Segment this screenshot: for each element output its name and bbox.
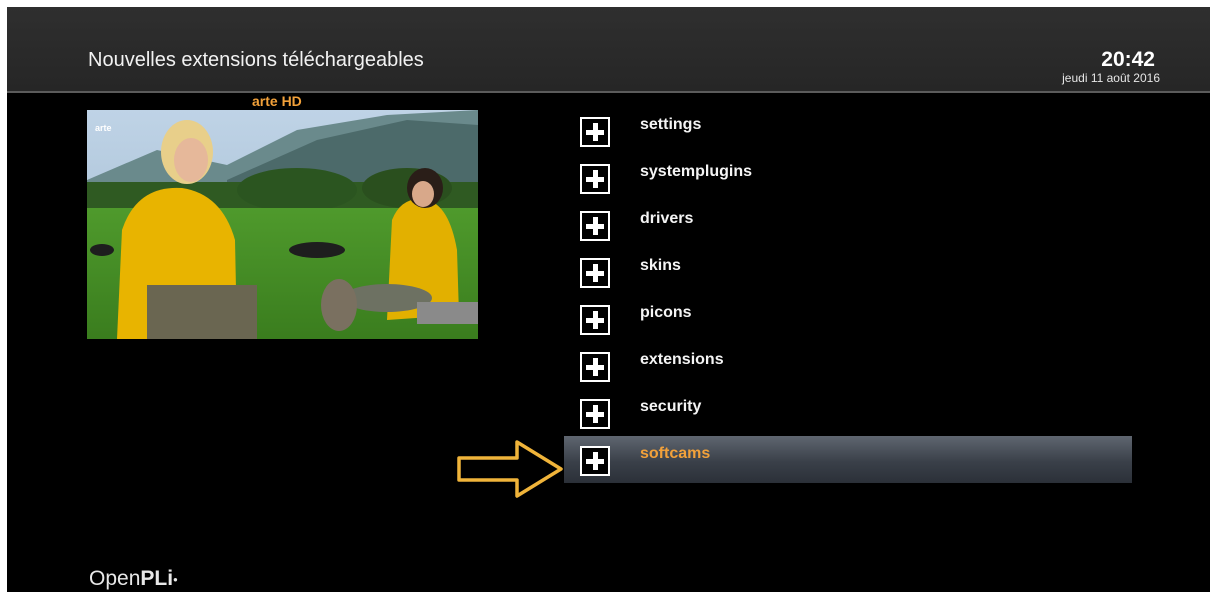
plus-icon xyxy=(580,446,610,476)
clock: 20:42 xyxy=(1101,48,1155,71)
list-item-extensions[interactable]: extensions xyxy=(564,342,1132,389)
preview-image: arte xyxy=(87,110,478,339)
header-bar: Nouvelles extensions téléchargeables 20:… xyxy=(7,7,1210,93)
page-title: Nouvelles extensions téléchargeables xyxy=(88,49,424,71)
channel-name: arte HD xyxy=(252,93,302,109)
plus-icon xyxy=(580,258,610,288)
plus-icon xyxy=(580,305,610,335)
list-item-label: settings xyxy=(640,116,702,133)
plus-icon xyxy=(580,117,610,147)
plus-icon xyxy=(580,399,610,429)
screen: Nouvelles extensions téléchargeables 20:… xyxy=(7,7,1210,592)
date: jeudi 11 août 2016 xyxy=(1062,71,1160,85)
plus-icon xyxy=(580,352,610,382)
brand-name: PLi xyxy=(140,567,174,590)
list-item-security[interactable]: security xyxy=(564,389,1132,436)
list-item-label: softcams xyxy=(640,445,711,462)
list-item-label: drivers xyxy=(640,210,694,227)
list-item-settings[interactable]: settings xyxy=(564,107,1132,154)
list-item-softcams[interactable]: softcams xyxy=(564,436,1132,483)
brand-logo: OpenPLi● xyxy=(89,567,178,591)
category-list[interactable]: settings systemplugins drivers skins pic… xyxy=(564,107,1132,483)
tv-preview: arte xyxy=(87,110,478,339)
channel-watermark: arte xyxy=(95,123,112,133)
list-item-label: security xyxy=(640,398,702,415)
list-item-skins[interactable]: skins xyxy=(564,248,1132,295)
list-item-picons[interactable]: picons xyxy=(564,295,1132,342)
list-item-label: extensions xyxy=(640,351,724,368)
arrow-right-icon xyxy=(457,440,563,498)
list-item-label: picons xyxy=(640,304,692,321)
list-item-label: systemplugins xyxy=(640,163,753,180)
list-item-systemplugins[interactable]: systemplugins xyxy=(564,154,1132,201)
plus-icon xyxy=(580,164,610,194)
list-item-drivers[interactable]: drivers xyxy=(564,201,1132,248)
plus-icon xyxy=(580,211,610,241)
brand-prefix: Open xyxy=(89,567,141,590)
list-item-label: skins xyxy=(640,257,681,274)
registered-icon: ● xyxy=(173,574,178,584)
